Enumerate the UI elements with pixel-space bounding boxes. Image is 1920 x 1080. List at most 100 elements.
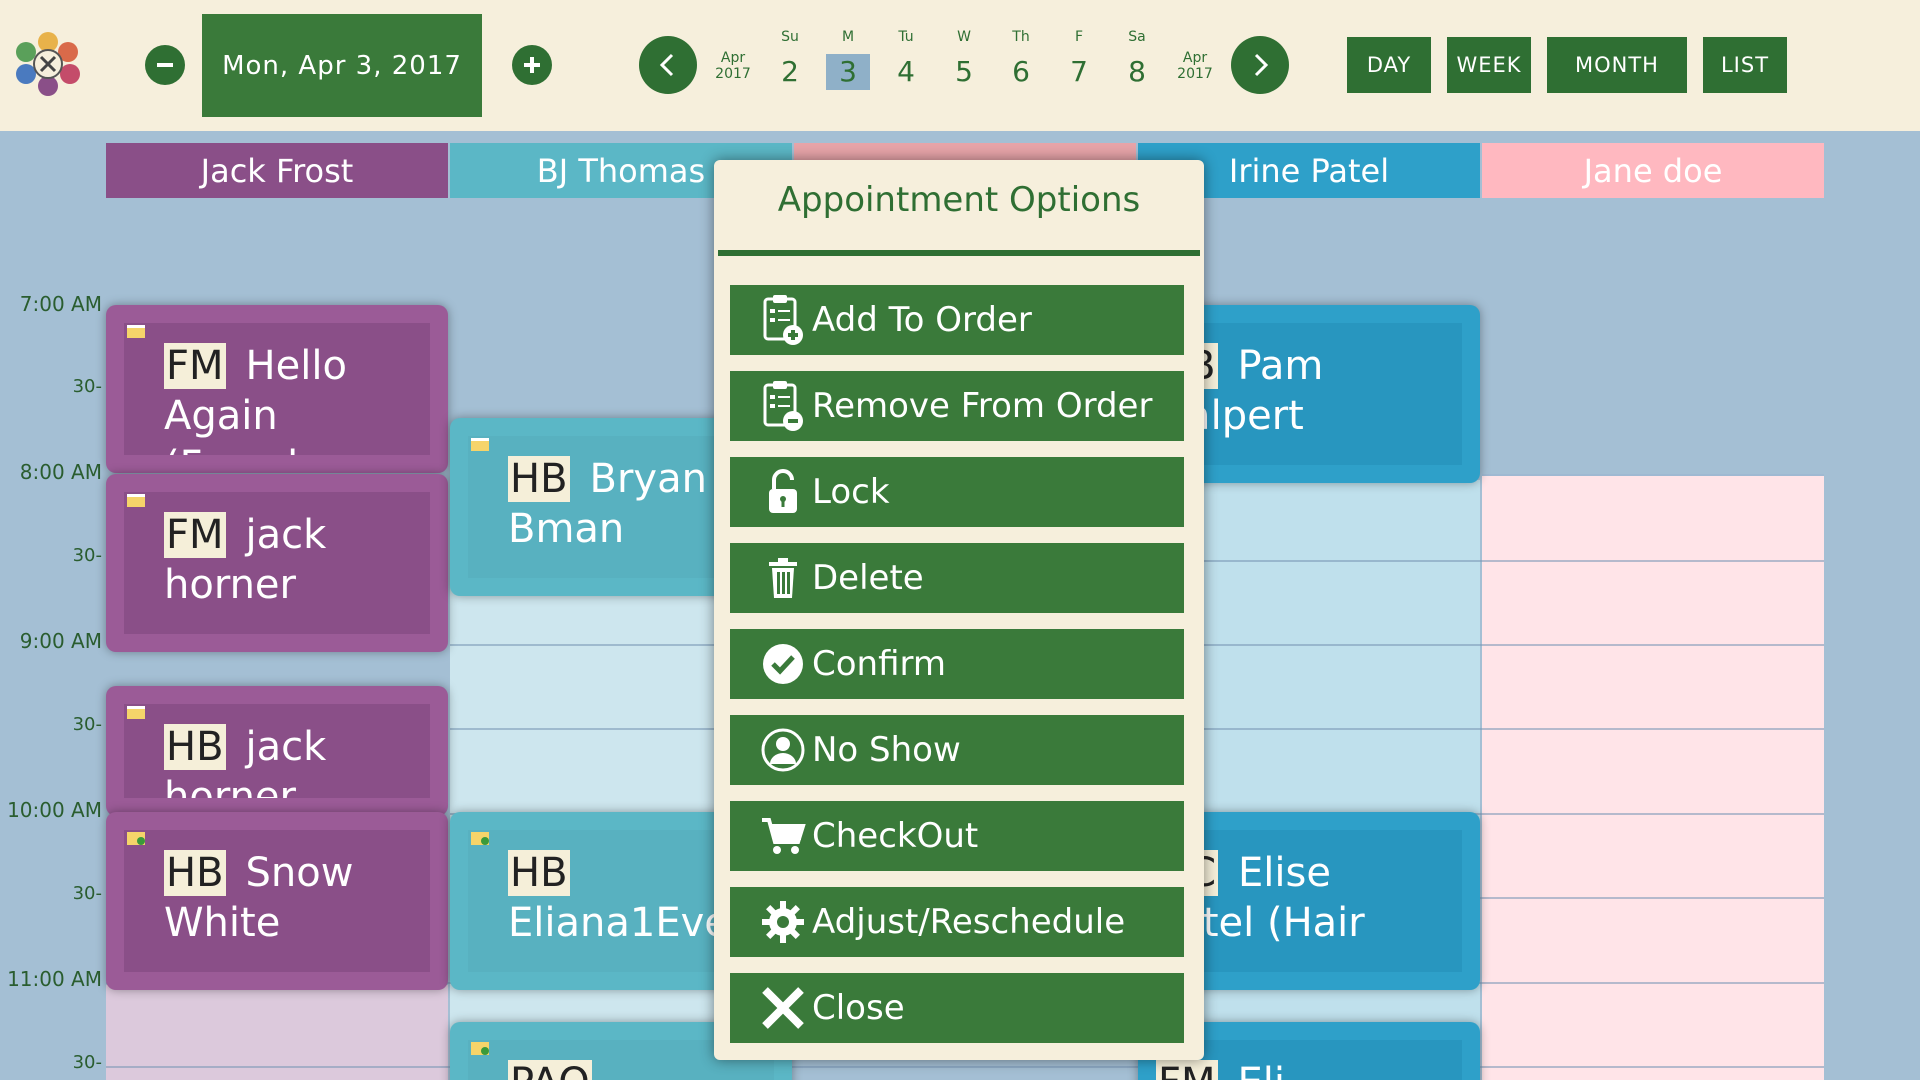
day-number-selected: 3 — [826, 54, 870, 90]
confirm-button[interactable]: Confirm — [730, 629, 1184, 699]
appointment-text: FM Eli — [1156, 1058, 1462, 1080]
day-tuesday[interactable]: Tu 4 — [884, 26, 928, 90]
appointment-body: FM jack horner — [124, 492, 430, 634]
appointment-card[interactable]: HB jack horner — [106, 686, 448, 816]
day-number: 6 — [1012, 55, 1030, 88]
delete-button[interactable]: Delete — [730, 543, 1184, 613]
service-code: HB — [164, 850, 226, 896]
half-hour-label: 30- — [72, 714, 102, 735]
day-friday[interactable]: F 7 — [1057, 26, 1101, 90]
day-of-week-label: M — [841, 29, 855, 45]
checkout-button[interactable]: CheckOut — [730, 801, 1184, 871]
adjust-reschedule-button[interactable]: Adjust/Reschedule — [730, 887, 1184, 957]
view-month-button[interactable]: MONTH — [1547, 37, 1687, 93]
confirmed-note-icon — [471, 832, 489, 845]
view-week-button[interactable]: WEEK — [1447, 37, 1531, 93]
confirmed-note-icon — [471, 1042, 489, 1055]
time-label: 9:00 AM — [19, 629, 102, 653]
appointment-card[interactable]: FM jack horner — [106, 474, 448, 652]
option-label: No Show — [812, 730, 961, 770]
option-label: Remove From Order — [812, 386, 1153, 426]
day-of-week-label: Th — [1012, 29, 1030, 45]
service-code: PAO — [508, 1060, 592, 1080]
day-sunday[interactable]: Su 2 — [768, 26, 812, 90]
prev-month-year: 2017 — [715, 66, 751, 82]
half-hour-label: 30- — [72, 1052, 102, 1073]
client-name: Snow — [245, 850, 354, 896]
client-name-cont: Eliana1Ever — [508, 900, 746, 946]
next-day-button[interactable] — [512, 45, 552, 85]
day-of-week-label: Sa — [1128, 29, 1146, 45]
note-icon — [127, 706, 145, 719]
client-name: Eli — [1238, 1060, 1286, 1080]
service-code: HB — [508, 456, 570, 502]
option-label: Delete — [812, 558, 924, 598]
app-logo — [14, 30, 82, 98]
no-show-button[interactable]: No Show — [730, 715, 1184, 785]
day-saturday[interactable]: Sa 8 — [1115, 26, 1159, 90]
person-icon — [756, 723, 810, 777]
day-number: 5 — [955, 55, 973, 88]
close-button[interactable]: Close — [730, 973, 1184, 1043]
client-name: Bryan — [589, 456, 707, 502]
service-code: FM — [164, 343, 226, 389]
day-of-week-label: Su — [781, 29, 799, 45]
client-name-cont: horner — [164, 562, 296, 608]
staff-header-jane-doe[interactable]: Jane doe — [1482, 143, 1824, 198]
remove-from-order-button[interactable]: Remove From Order — [730, 371, 1184, 441]
divider — [718, 250, 1200, 256]
previous-day-button[interactable] — [145, 45, 185, 85]
appointment-card[interactable]: FM HelloAgain (French — [106, 305, 448, 473]
view-day-button[interactable]: DAY — [1347, 37, 1431, 93]
column-slot-jane-doe[interactable] — [1482, 475, 1824, 1080]
client-name: Pam — [1237, 343, 1324, 389]
appointment-text: FM jack horner — [164, 510, 430, 610]
appointment-text: FM HelloAgain (French — [164, 341, 430, 455]
appointment-options-dialog: Appointment Options Add To Order Remove … — [714, 160, 1204, 1060]
current-date-button[interactable]: Mon, Apr 3, 2017 — [202, 14, 482, 117]
time-label: 10:00 AM — [7, 798, 102, 822]
appointment-body: FM HelloAgain (French — [124, 323, 430, 455]
next-month-name: Apr — [1182, 50, 1208, 66]
day-number: 2 — [781, 55, 799, 88]
appointment-card[interactable]: HB Snow White — [106, 812, 448, 990]
day-wednesday[interactable]: W 5 — [942, 26, 986, 90]
option-label: Confirm — [812, 644, 947, 684]
plus-icon — [524, 57, 540, 73]
client-name-cont: White — [164, 900, 281, 946]
day-number: 4 — [897, 55, 915, 88]
service-code: FM — [164, 512, 226, 558]
client-name-cont: horner — [164, 774, 296, 798]
appointment-body: HB Snow White — [124, 830, 430, 972]
staff-header-jack-frost[interactable]: Jack Frost — [106, 143, 448, 198]
note-icon — [127, 494, 145, 507]
time-label: 7:00 AM — [19, 292, 102, 316]
half-hour-label: 30- — [72, 376, 102, 397]
prev-month-name: Apr — [720, 50, 746, 66]
gear-icon — [756, 895, 810, 949]
option-label: Close — [812, 988, 905, 1028]
day-monday[interactable]: M 3 — [826, 26, 870, 90]
minus-icon — [157, 63, 173, 67]
add-to-order-button[interactable]: Add To Order — [730, 285, 1184, 355]
time-label: 11:00 AM — [7, 967, 102, 991]
next-week-button[interactable] — [1231, 36, 1289, 94]
appointment-text: PAO — [508, 1058, 774, 1080]
client-name: Hello — [245, 343, 347, 389]
grid-line — [1482, 474, 1824, 476]
next-month-label: Apr 2017 — [1170, 50, 1220, 82]
previous-week-button[interactable] — [639, 36, 697, 94]
appointment-text: HB jack horner — [164, 722, 430, 798]
clipboard-minus-icon — [756, 379, 810, 433]
note-icon — [471, 438, 489, 451]
half-hour-label: 30- — [72, 883, 102, 904]
lock-icon — [756, 465, 810, 519]
lock-button[interactable]: Lock — [730, 457, 1184, 527]
client-name-cont: Bman — [508, 506, 625, 552]
day-thursday[interactable]: Th 6 — [999, 26, 1043, 90]
check-circle-icon — [756, 637, 810, 691]
clipboard-plus-icon — [756, 293, 810, 347]
day-of-week-label: W — [957, 29, 971, 45]
option-label: Lock — [812, 472, 890, 512]
view-list-button[interactable]: LIST — [1703, 37, 1787, 93]
